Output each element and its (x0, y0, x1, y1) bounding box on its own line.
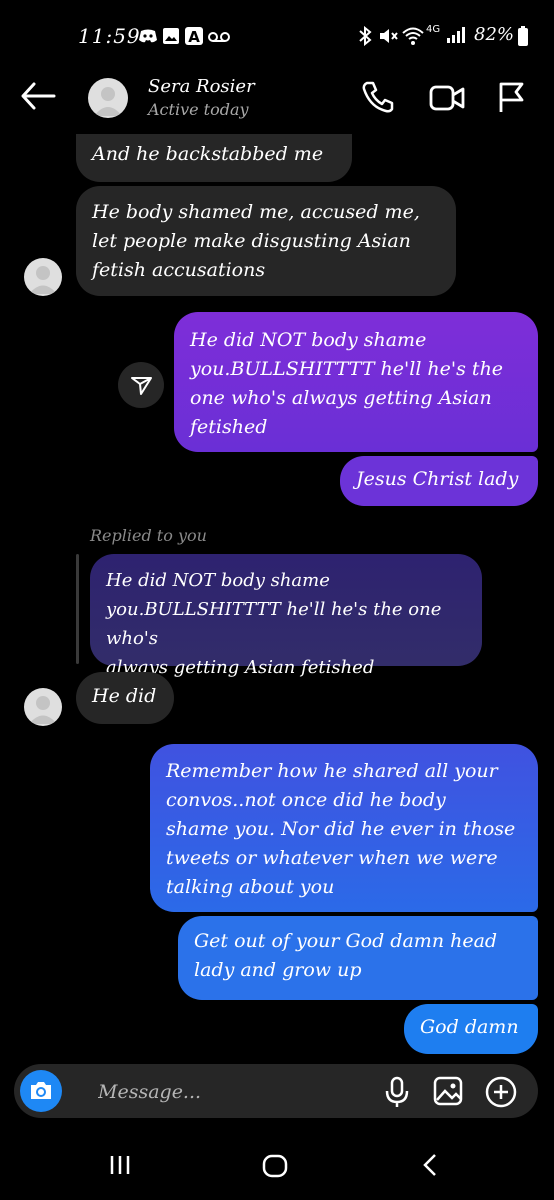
message-outgoing[interactable]: Get out of your God damn head lady and g… (178, 916, 538, 1000)
contact-name[interactable]: Sera Rosier (148, 76, 255, 97)
reply-label: Replied to you (90, 526, 207, 545)
message-outgoing[interactable]: God damn (404, 1004, 538, 1054)
camera-button[interactable] (20, 1070, 62, 1112)
back-button[interactable] (20, 80, 56, 112)
video-call-button[interactable] (428, 82, 466, 114)
battery-icon (518, 26, 528, 46)
svg-text:A: A (188, 28, 200, 46)
quoted-message[interactable]: He did NOT body shame you.BULLSHITTTT he… (90, 554, 482, 678)
microphone-icon (385, 1076, 409, 1107)
gallery-button[interactable] (432, 1075, 464, 1107)
phone-icon (362, 81, 394, 113)
a-icon: A (184, 26, 204, 46)
sender-avatar (24, 258, 62, 296)
signal-icon (446, 26, 466, 44)
share-button[interactable] (118, 362, 164, 408)
voice-call-button[interactable] (360, 80, 396, 114)
status-bar: 11:59 A 4G 82% (0, 0, 554, 70)
bluetooth-icon (358, 26, 372, 46)
gallery-icon (162, 27, 180, 45)
flag-icon (499, 82, 524, 112)
recent-apps-icon (110, 1156, 130, 1174)
home-button[interactable] (262, 1154, 288, 1178)
chevron-left-icon (423, 1154, 436, 1176)
message-incoming[interactable]: He body shamed me, accused me, let peopl… (76, 186, 456, 296)
back-arrow-icon (21, 82, 56, 110)
reply-indicator (76, 554, 79, 664)
navigation-bar (0, 1130, 554, 1200)
image-icon (433, 1076, 463, 1106)
mute-icon (378, 27, 398, 45)
message-incoming[interactable]: And he backstabbed me (76, 134, 352, 182)
message-composer (14, 1064, 538, 1118)
message-outgoing[interactable]: He did NOT body shame you.BULLSHITTTT he… (174, 312, 538, 452)
sender-avatar (24, 688, 62, 726)
message-outgoing[interactable]: Remember how he shared all your convos..… (150, 744, 538, 912)
more-actions-button[interactable] (484, 1075, 518, 1109)
camera-icon (31, 1082, 51, 1099)
recent-apps-button[interactable] (108, 1154, 132, 1176)
plus-circle-icon (485, 1076, 517, 1108)
discord-icon (138, 28, 158, 44)
voice-message-button[interactable] (382, 1076, 412, 1108)
wifi-icon (402, 26, 424, 46)
message-incoming[interactable]: He did (76, 672, 174, 724)
lte-icon: 4G (426, 24, 441, 35)
home-icon (262, 1154, 288, 1178)
back-nav-button[interactable] (420, 1152, 440, 1178)
contact-avatar[interactable] (88, 78, 128, 118)
message-input[interactable] (96, 1076, 380, 1108)
voicemail-icon (208, 31, 230, 43)
send-share-icon (131, 377, 152, 395)
battery-percent: 82% (474, 24, 515, 45)
message-outgoing[interactable]: Jesus Christ lady (340, 456, 538, 506)
status-time: 11:59 (78, 24, 141, 48)
video-camera-icon (429, 85, 465, 111)
contact-status: Active today (148, 100, 249, 119)
flag-button[interactable] (496, 80, 526, 114)
